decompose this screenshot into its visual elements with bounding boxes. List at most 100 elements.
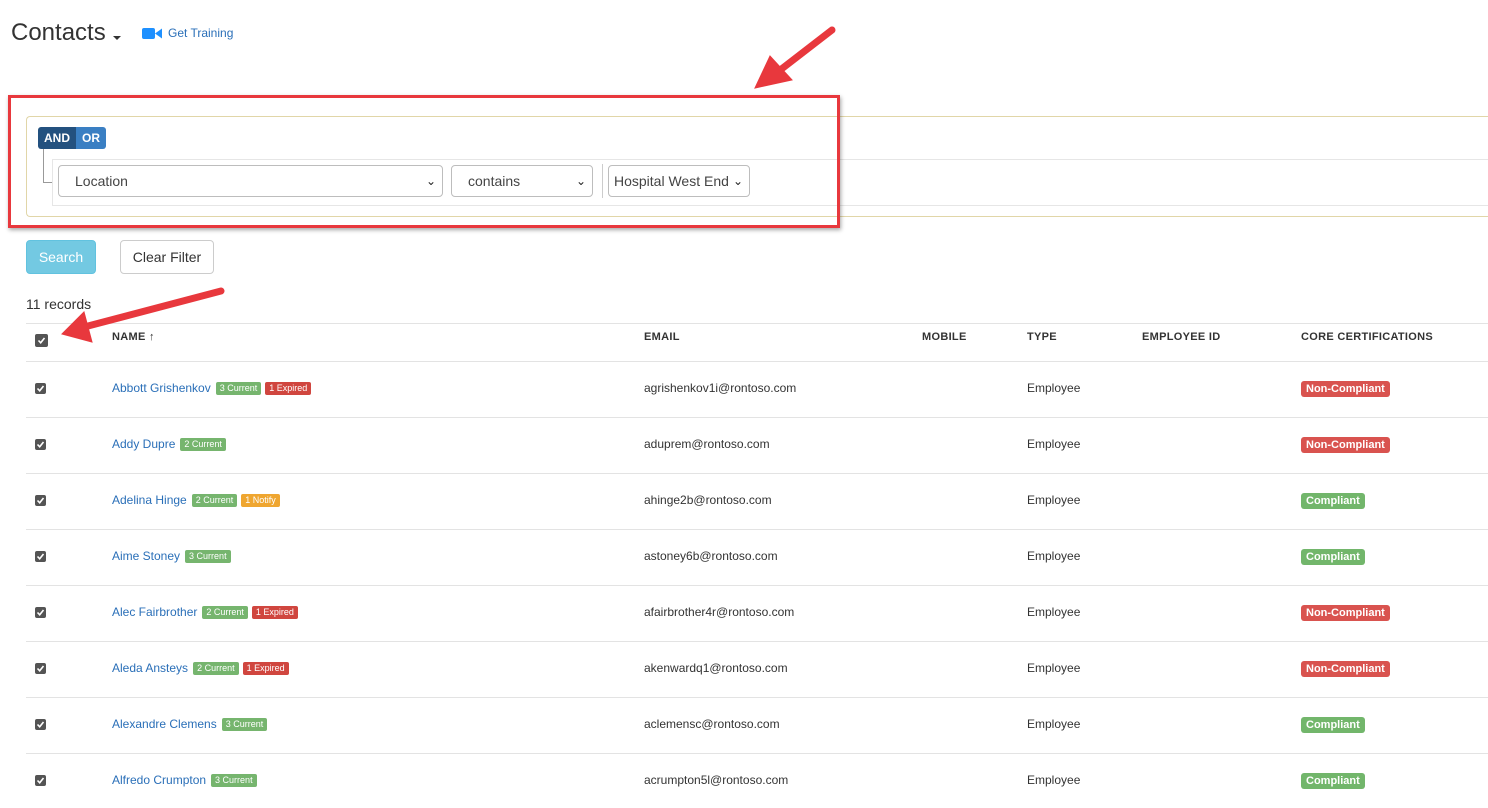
search-button[interactable]: Search (26, 240, 96, 274)
certification-tag: 1 Expired (265, 381, 312, 395)
name-cell: Alfredo Crumpton 3 Current (112, 773, 257, 787)
row-checkbox[interactable] (35, 551, 46, 562)
name-cell: Aime Stoney 3 Current (112, 549, 231, 563)
checkmark-icon (36, 441, 45, 449)
operator-select-value: contains (468, 173, 521, 189)
contact-name-link[interactable]: Aime Stoney (112, 549, 180, 563)
name-cell: Aleda Ansteys 2 Current 1 Expired (112, 661, 289, 675)
row-divider (26, 417, 1488, 418)
contact-name-link[interactable]: Addy Dupre (112, 437, 175, 451)
certification-tag: 1 Expired (251, 605, 298, 619)
and-or-toggle[interactable]: AND OR (38, 127, 106, 149)
annotation-arrow-icon (754, 26, 836, 89)
checkmark-icon (36, 553, 45, 561)
row-divider (26, 697, 1488, 698)
email-cell: aduprem@rontoso.com (644, 437, 770, 451)
get-training-link[interactable]: Get Training (142, 26, 233, 40)
field-select[interactable]: Location ⌄ (58, 165, 443, 197)
name-cell: Alexandre Clemens 3 Current (112, 717, 268, 731)
certification-tag: 3 Current (221, 717, 268, 731)
compliance-status-badge: Compliant (1301, 549, 1365, 565)
contact-name-link[interactable]: Adelina Hinge (112, 493, 187, 507)
row-divider (26, 529, 1488, 530)
type-cell: Employee (1027, 381, 1081, 395)
rule-connector (43, 149, 44, 182)
clear-filter-button[interactable]: Clear Filter (120, 240, 214, 274)
name-cell: Addy Dupre 2 Current (112, 437, 226, 451)
type-cell: Employee (1027, 437, 1081, 451)
email-cell: aclemensc@rontoso.com (644, 717, 780, 731)
field-select-value: Location (75, 173, 128, 189)
header-divider (26, 361, 1488, 362)
compliance-status-badge: Non-Compliant (1301, 437, 1390, 453)
column-header-name[interactable]: NAME ↑ (112, 331, 155, 343)
certification-tag: 2 Current (180, 437, 226, 451)
checkmark-icon (36, 385, 45, 393)
certification-tag: 1 Notify (241, 493, 280, 507)
row-checkbox[interactable] (35, 383, 46, 394)
column-header-employee-id[interactable]: EMPLOYEE ID (1142, 331, 1220, 343)
contact-name-link[interactable]: Alexandre Clemens (112, 717, 217, 731)
value-select[interactable]: Hospital West End ⌄ (608, 165, 750, 197)
chevron-down-icon: ⌄ (575, 174, 586, 188)
column-header-core-certifications[interactable]: CORE CERTIFICATIONS (1301, 331, 1433, 343)
type-cell: Employee (1027, 661, 1081, 675)
contact-name-link[interactable]: Abbott Grishenkov (112, 381, 211, 395)
type-cell: Employee (1027, 605, 1081, 619)
title-dropdown-caret-icon[interactable] (113, 36, 121, 40)
checkmark-icon (36, 721, 45, 729)
email-cell: agrishenkov1i@rontoso.com (644, 381, 797, 395)
compliance-status-badge: Non-Compliant (1301, 605, 1390, 621)
contact-name-link[interactable]: Aleda Ansteys (112, 661, 188, 675)
contact-name-link[interactable]: Alfredo Crumpton (112, 773, 206, 787)
type-cell: Employee (1027, 773, 1081, 787)
certification-tag: 3 Current (211, 773, 257, 787)
checkmark-icon (36, 665, 45, 673)
certification-tag: 2 Current (202, 605, 248, 619)
row-divider (26, 641, 1488, 642)
row-divider (26, 585, 1488, 586)
row-divider (26, 753, 1488, 754)
row-checkbox[interactable] (35, 663, 46, 674)
name-cell: Abbott Grishenkov 3 Current 1 Expired (112, 381, 312, 395)
row-checkbox[interactable] (35, 495, 46, 506)
certification-tag: 3 Current (215, 381, 262, 395)
or-button[interactable]: OR (76, 127, 106, 149)
email-cell: afairbrother4r@rontoso.com (644, 605, 795, 619)
column-header-type[interactable]: TYPE (1027, 331, 1057, 343)
contact-name-link[interactable]: Alec Fairbrother (112, 605, 197, 619)
video-camera-icon (142, 27, 162, 39)
operator-select[interactable]: contains ⌄ (451, 165, 593, 197)
column-header-email[interactable]: EMAIL (644, 331, 680, 343)
select-all-checkbox[interactable] (35, 334, 48, 347)
records-count: 11 records (26, 296, 92, 312)
certification-tag: 2 Current (191, 493, 238, 507)
certification-tag: 2 Current (193, 661, 239, 675)
type-cell: Employee (1027, 493, 1081, 507)
checkmark-icon (36, 777, 45, 785)
compliance-status-badge: Compliant (1301, 773, 1365, 789)
table-top-border (26, 323, 1488, 324)
page-title: Contacts (11, 19, 106, 46)
compliance-status-badge: Non-Compliant (1301, 381, 1390, 397)
and-button[interactable]: AND (38, 127, 76, 149)
compliance-status-badge: Compliant (1301, 717, 1365, 733)
type-cell: Employee (1027, 549, 1081, 563)
row-checkbox[interactable] (35, 719, 46, 730)
certification-tag: 1 Expired (242, 661, 289, 675)
email-cell: ahinge2b@rontoso.com (644, 493, 772, 507)
column-header-mobile[interactable]: MOBILE (922, 331, 967, 343)
name-cell: Adelina Hinge 2 Current 1 Notify (112, 493, 280, 507)
checkmark-icon (36, 609, 45, 617)
checkmark-icon (36, 497, 45, 505)
chevron-down-icon: ⌄ (425, 174, 436, 188)
name-cell: Alec Fairbrother 2 Current 1 Expired (112, 605, 298, 619)
row-checkbox[interactable] (35, 439, 46, 450)
row-checkbox[interactable] (35, 775, 46, 786)
row-divider (26, 473, 1488, 474)
compliance-status-badge: Non-Compliant (1301, 661, 1390, 677)
rule-divider (602, 164, 603, 198)
row-checkbox[interactable] (35, 607, 46, 618)
value-select-value: Hospital West End (614, 173, 729, 189)
chevron-down-icon: ⌄ (732, 174, 743, 188)
